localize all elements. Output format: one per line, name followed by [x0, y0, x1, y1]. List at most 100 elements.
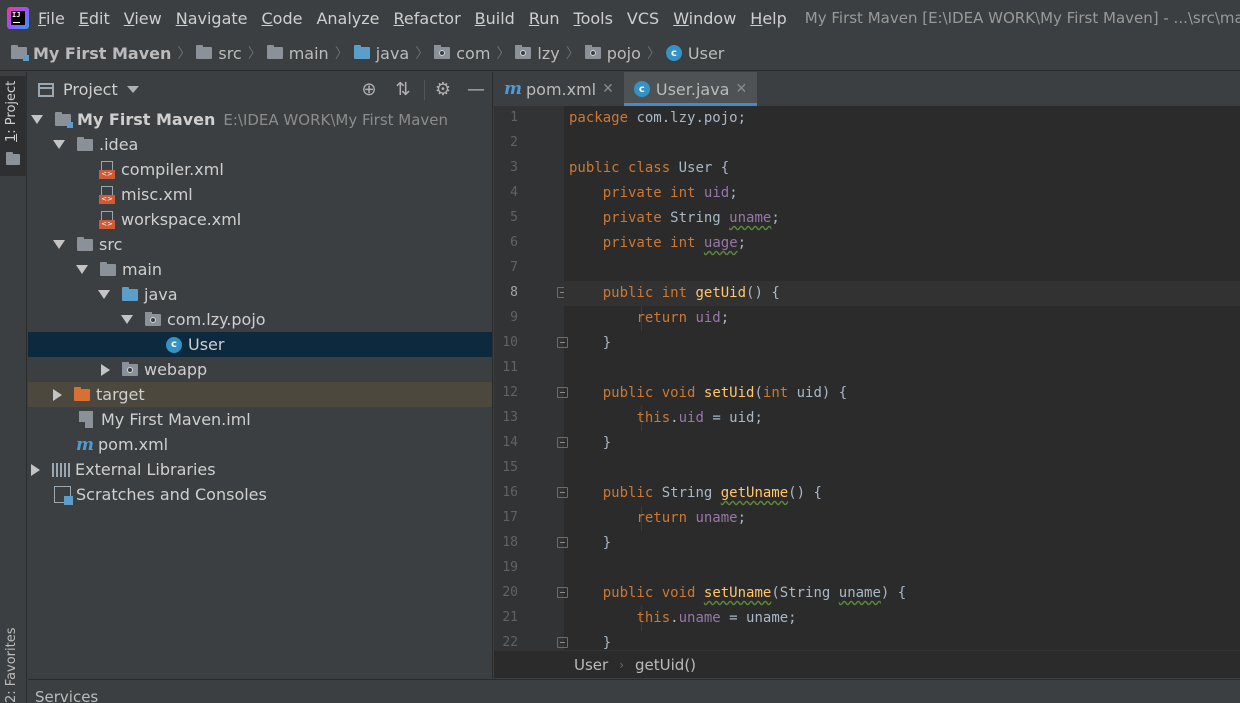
expand-arrow-icon[interactable] [31, 115, 43, 124]
collapsed-arrow-icon[interactable] [101, 363, 110, 376]
code-area[interactable]: package com.lzy.pojo; public class User {… [564, 106, 1240, 654]
line-number: 14 [502, 435, 518, 450]
line-number: 7 [510, 260, 518, 275]
chevron-right-icon: 〉 [646, 46, 661, 62]
tree-item-user-class[interactable]: c User [28, 332, 492, 357]
menu-file[interactable]: File [38, 9, 65, 28]
maven-icon: m [504, 79, 522, 99]
menu-tools[interactable]: Tools [574, 9, 613, 28]
chevron-down-icon[interactable] [126, 86, 139, 93]
tree-item-src[interactable]: src [28, 232, 492, 257]
tool-window-button-services[interactable]: Services [35, 688, 98, 703]
code-line: private int uid; [602, 185, 738, 201]
class-icon: c [633, 81, 650, 97]
editor-breadcrumb-method[interactable]: getUid() [635, 656, 696, 674]
folder-icon [100, 261, 116, 276]
menu-build[interactable]: Build [475, 9, 515, 28]
code-line: return uname; [636, 510, 747, 526]
code-line: } [569, 535, 612, 551]
expand-arrow-icon[interactable] [53, 140, 65, 149]
tree-item-label: java [144, 285, 178, 304]
class-icon: c [166, 336, 182, 353]
tree-item-label: Scratches and Consoles [76, 485, 267, 504]
breadcrumb-item-user[interactable]: c User [665, 44, 724, 63]
folder-icon [77, 136, 93, 151]
project-view-icon [38, 82, 54, 97]
tree-item-project-root[interactable]: My First Maven E:\IDEA WORK\My First Mav… [28, 107, 492, 132]
tree-item-label: compiler.xml [121, 160, 224, 179]
expand-arrow-icon[interactable] [121, 315, 133, 324]
tree-item-misc-xml[interactable]: misc.xml [28, 182, 492, 207]
tree-item-label: com.lzy.pojo [167, 310, 266, 329]
menu-run[interactable]: Run [529, 9, 560, 28]
code-line: private int uage; [602, 235, 747, 251]
tab-user-java[interactable]: c User.java ✕ [623, 72, 758, 106]
menu-analyze[interactable]: Analyze [316, 9, 379, 28]
tree-item-compiler-xml[interactable]: compiler.xml [28, 157, 492, 182]
line-number: 4 [510, 185, 518, 200]
module-folder-icon [11, 45, 29, 61]
collapsed-arrow-icon[interactable] [31, 463, 40, 476]
code-line: private String uname; [602, 210, 780, 226]
intellij-logo-icon: IJ [7, 7, 29, 29]
collapse-all-icon[interactable]: ⇅ [393, 80, 413, 100]
tree-item-java[interactable]: java [28, 282, 492, 307]
menu-navigate[interactable]: Navigate [176, 9, 248, 28]
chevron-right-icon: 〉 [496, 46, 511, 62]
breadcrumb-item-java[interactable]: java [353, 44, 409, 63]
tree-item-workspace-xml[interactable]: workspace.xml [28, 207, 492, 232]
menu-edit[interactable]: Edit [79, 9, 110, 28]
line-number: 19 [502, 560, 518, 575]
menu-refactor[interactable]: Refactor [394, 9, 461, 28]
tool-window-button-project[interactable]: 1: Project [0, 76, 27, 176]
expand-arrow-icon[interactable] [98, 290, 110, 299]
tool-window-button-favorites[interactable]: 2: Favorites [4, 627, 19, 703]
code-line: this.uid = uid; [636, 410, 763, 426]
code-line: public class User { [569, 160, 730, 176]
breadcrumb-item-lzy[interactable]: lzy [515, 44, 560, 63]
tree-item-external-libraries[interactable]: External Libraries [28, 457, 492, 482]
menu-vcs[interactable]: VCS [627, 9, 659, 28]
bottom-tool-bar: Services [28, 679, 1240, 703]
breadcrumb-item-src[interactable]: src [196, 44, 242, 63]
project-view-selector[interactable]: Project [63, 80, 118, 99]
tree-item-iml-file[interactable]: My First Maven.iml [28, 407, 492, 432]
line-number: 11 [502, 360, 518, 375]
tree-item-package[interactable]: com.lzy.pojo [28, 307, 492, 332]
locate-icon[interactable]: ⊕ [359, 80, 379, 100]
tree-item-main[interactable]: main [28, 257, 492, 282]
expand-arrow-icon[interactable] [53, 240, 65, 249]
tree-item-label: pom.xml [98, 435, 169, 454]
xml-file-icon [99, 210, 115, 229]
breadcrumb-item-main[interactable]: main [266, 44, 329, 63]
editor-breadcrumb: User › getUid() [494, 650, 1240, 678]
tree-item-webapp[interactable]: webapp [28, 357, 492, 382]
breadcrumb-item-pojo[interactable]: pojo [584, 44, 641, 63]
collapsed-arrow-icon[interactable] [53, 388, 62, 401]
tree-item-label: webapp [144, 360, 208, 379]
menu-window[interactable]: Window [673, 9, 736, 28]
expand-arrow-icon[interactable] [76, 265, 88, 274]
editor-breadcrumb-class[interactable]: User [574, 656, 608, 674]
tree-item-target[interactable]: target [28, 382, 492, 407]
package-icon [584, 45, 601, 59]
menu-code[interactable]: Code [262, 9, 303, 28]
hide-icon[interactable]: — [466, 80, 486, 100]
menu-view[interactable]: View [124, 9, 162, 28]
tab-pom-xml[interactable]: m pom.xml ✕ [494, 72, 624, 106]
code-line: } [569, 335, 612, 351]
breadcrumb-item-com[interactable]: com [434, 44, 490, 63]
tree-item-pom-xml[interactable]: m pom.xml [28, 432, 492, 457]
tree-item-idea[interactable]: .idea [28, 132, 492, 157]
tree-item-label: .idea [99, 135, 139, 154]
left-tool-strip: 1: Project 2: Favorites [0, 72, 27, 703]
line-number: 1 [510, 110, 518, 125]
gear-icon[interactable]: ⚙ [433, 80, 453, 100]
breadcrumb-item-project[interactable]: My First Maven [11, 44, 171, 63]
menu-help[interactable]: Help [750, 9, 786, 28]
close-icon[interactable]: ✕ [602, 81, 614, 97]
line-number: 15 [502, 460, 518, 475]
close-icon[interactable]: ✕ [735, 81, 747, 97]
line-number: 17 [502, 510, 518, 525]
tree-item-scratches[interactable]: Scratches and Consoles [28, 482, 492, 507]
